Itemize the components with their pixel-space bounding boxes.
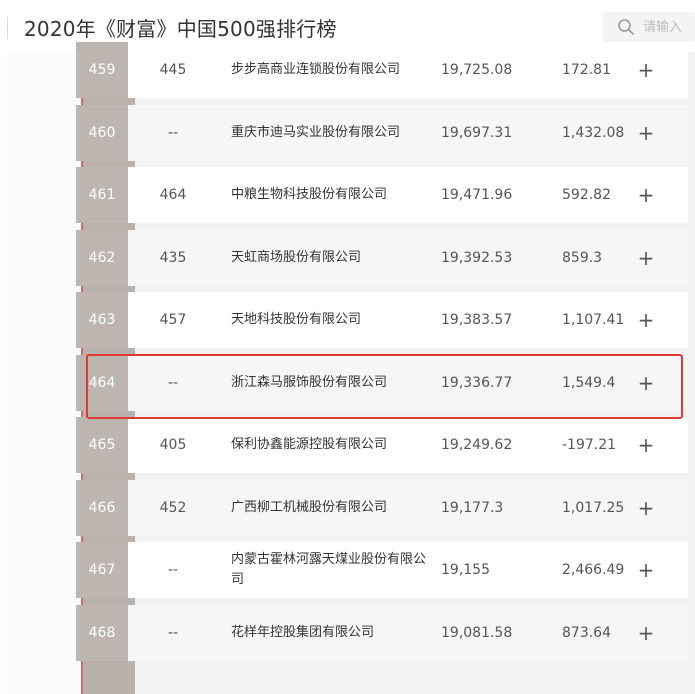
revenue-cell: 19,392.53 [441,249,513,266]
rank-cell: 465 [76,417,128,473]
rank-cell: 467 [76,542,128,598]
row-body: -- 花样年控股集团有限公司 19,081.58 873.64 + [128,604,688,661]
search-icon[interactable] [617,18,635,36]
page-title: 2020年《财富》中国500强排行榜 [24,17,337,41]
row-body: -- 浙江森马服饰股份有限公司 19,336.77 1,549.4 + [128,354,688,411]
table-row[interactable]: 466 452 广西柳工机械股份有限公司 19,177.3 1,017.25 + [76,479,688,536]
company-name-cell: 浙江森马服饰股份有限公司 [231,374,388,390]
revenue-cell: 19,249.62 [441,437,513,453]
row-body: 445 步步高商业连锁股份有限公司 19,725.08 172.81 + [128,42,688,98]
expand-plus-icon[interactable]: + [634,230,658,286]
table-row[interactable]: 468 -- 花样年控股集团有限公司 19,081.58 873.64 + [76,604,688,661]
revenue-cell: 19,471.96 [441,187,513,203]
profit-cell: 172.81 [562,62,611,78]
expand-plus-icon[interactable]: + [634,42,658,98]
row-body: 457 天地科技股份有限公司 19,383.57 1,107.41 + [128,292,688,348]
rank-cell: 464 [76,354,128,411]
expand-plus-icon[interactable]: + [634,167,658,223]
prev-rank-cell: 405 [159,437,187,453]
table-row[interactable]: 464 -- 浙江森马服饰股份有限公司 19,336.77 1,549.4 + [76,354,688,411]
prev-rank-cell: 464 [159,187,187,203]
revenue-cell: 19,697.31 [441,124,513,141]
rank-cell: 461 [76,167,128,223]
prev-rank-cell: -- [167,624,179,641]
prev-rank-cell: 445 [159,62,187,78]
revenue-cell: 19,725.08 [441,62,513,78]
prev-rank-cell: -- [167,562,179,578]
search-input[interactable] [643,12,695,42]
table-row[interactable]: 459 445 步步高商业连锁股份有限公司 19,725.08 172.81 + [76,42,688,98]
rank-cell: 459 [76,42,128,98]
row-body: -- 内蒙古霍林河露天煤业股份有限公司 19,155 2,466.49 + [128,542,688,598]
profit-cell: 1,549.4 [562,374,616,391]
row-body: 452 广西柳工机械股份有限公司 19,177.3 1,017.25 + [128,479,688,536]
rank-cell: 462 [76,229,128,286]
table-row[interactable]: 462 435 天虹商场股份有限公司 19,392.53 859.3 + [76,229,688,286]
rank-cell: 463 [76,292,128,348]
table-row[interactable]: 460 -- 重庆市迪马实业股份有限公司 19,697.31 1,432.08 + [76,104,688,161]
revenue-cell: 19,336.77 [441,374,513,391]
prev-rank-cell: -- [167,124,179,141]
row-body: -- 重庆市迪马实业股份有限公司 19,697.31 1,432.08 + [128,104,688,161]
company-name-cell: 广西柳工机械股份有限公司 [231,499,388,515]
expand-plus-icon[interactable]: + [634,605,658,661]
profit-cell: 1,432.08 [562,124,625,141]
row-body: 435 天虹商场股份有限公司 19,392.53 859.3 + [128,229,688,286]
prev-rank-cell: 435 [159,249,187,266]
profit-cell: 1,107.41 [562,312,625,328]
left-gutter [7,52,81,694]
revenue-cell: 19,081.58 [441,624,513,641]
title-accent-bar [7,17,8,39]
expand-plus-icon[interactable]: + [634,292,658,348]
company-name-cell: 重庆市迪马实业股份有限公司 [231,124,401,140]
table-row[interactable]: 461 464 中粮生物科技股份有限公司 19,471.96 592.82 + [76,167,688,223]
expand-plus-icon[interactable]: + [634,480,658,536]
search-box[interactable] [603,12,695,42]
expand-plus-icon[interactable]: + [634,355,658,411]
profit-cell: 859.3 [562,249,603,266]
company-name-cell: 花样年控股集团有限公司 [231,624,375,640]
profit-cell: 592.82 [562,187,611,203]
prev-rank-cell: 457 [159,312,187,328]
company-name-cell: 中粮生物科技股份有限公司 [231,187,388,202]
profit-cell: 2,466.49 [562,562,625,578]
rank-cell: 468 [76,604,128,661]
revenue-cell: 19,155 [441,562,490,578]
table-row[interactable]: 465 405 保利协鑫能源控股有限公司 19,249.62 -197.21 + [76,417,688,473]
profit-cell: -197.21 [562,437,617,453]
profit-cell: 873.64 [562,624,611,641]
row-body: 405 保利协鑫能源控股有限公司 19,249.62 -197.21 + [128,417,688,473]
revenue-cell: 19,177.3 [441,499,504,516]
profit-cell: 1,017.25 [562,499,625,516]
expand-plus-icon[interactable]: + [634,542,658,598]
company-name-cell: 步步高商业连锁股份有限公司 [231,62,401,77]
row-body: 464 中粮生物科技股份有限公司 19,471.96 592.82 + [128,167,688,223]
company-name-cell: 天地科技股份有限公司 [231,312,362,327]
expand-plus-icon[interactable]: + [634,417,658,473]
expand-plus-icon[interactable]: + [634,105,658,161]
prev-rank-cell: 452 [159,499,187,516]
company-name-cell: 保利协鑫能源控股有限公司 [231,437,388,452]
table-row[interactable]: 467 -- 内蒙古霍林河露天煤业股份有限公司 19,155 2,466.49 + [76,542,688,598]
rank-cell: 460 [76,104,128,161]
table-row[interactable]: 463 457 天地科技股份有限公司 19,383.57 1,107.41 + [76,292,688,348]
prev-rank-cell: -- [167,374,179,391]
revenue-cell: 19,383.57 [441,312,513,328]
company-name-cell: 内蒙古霍林河露天煤业股份有限公司 [231,552,427,587]
rank-cell: 466 [76,479,128,536]
company-name-cell: 天虹商场股份有限公司 [231,249,362,265]
